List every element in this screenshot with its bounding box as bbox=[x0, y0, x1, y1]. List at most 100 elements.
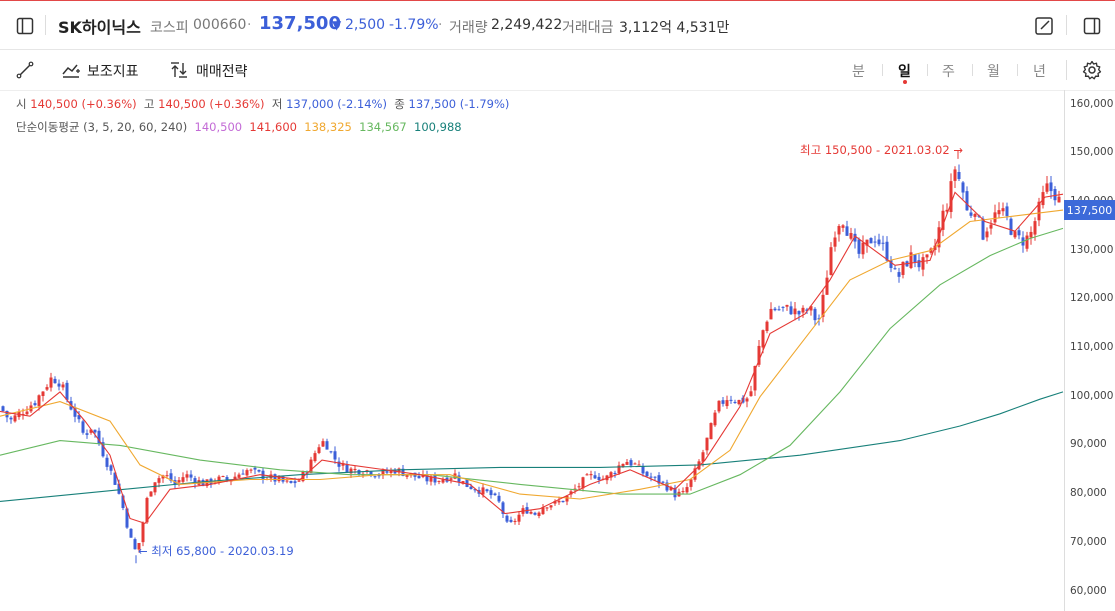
panel-toggle-icon[interactable] bbox=[1081, 15, 1103, 37]
sidebar-toggle-icon[interactable] bbox=[14, 15, 36, 37]
period-minute[interactable]: 분 bbox=[852, 61, 865, 81]
candle-body bbox=[769, 308, 773, 320]
candle-body bbox=[1013, 231, 1017, 238]
candle-body bbox=[133, 539, 137, 550]
candle-body bbox=[897, 272, 901, 277]
volume-value: 2,249,422 bbox=[491, 17, 563, 33]
y-tick-label: 90,000 bbox=[1070, 438, 1107, 451]
stock-name: SK하이닉스 bbox=[58, 18, 141, 37]
period-year[interactable]: 년 bbox=[1033, 61, 1046, 81]
candle-body bbox=[245, 470, 249, 476]
candle-body bbox=[985, 231, 989, 238]
candle-body bbox=[785, 304, 789, 307]
candle-body bbox=[561, 500, 565, 503]
candle-body bbox=[41, 391, 45, 397]
candle-body bbox=[717, 400, 721, 412]
candle-body bbox=[237, 474, 241, 478]
down-arrow-icon: ▼ bbox=[332, 18, 342, 32]
price-chart[interactable] bbox=[0, 90, 1064, 611]
candle-body bbox=[109, 465, 113, 471]
candle-body bbox=[685, 487, 689, 493]
candle-body bbox=[993, 212, 997, 223]
candle-body bbox=[861, 242, 865, 255]
amount-value: 3,112억 4,531만 bbox=[619, 20, 730, 36]
stock-code: 000660 bbox=[193, 17, 247, 33]
candle-body bbox=[953, 169, 957, 181]
volume-label: 거래량 bbox=[449, 20, 488, 36]
candle-body bbox=[721, 400, 725, 404]
candles bbox=[1, 164, 1061, 553]
candle-body bbox=[781, 306, 785, 308]
candle-body bbox=[837, 226, 841, 235]
candle-body bbox=[13, 415, 17, 422]
candle-body bbox=[45, 387, 49, 390]
candle-body bbox=[1025, 235, 1029, 249]
candle-body bbox=[841, 225, 845, 228]
candle-body bbox=[957, 172, 961, 180]
candle-body bbox=[489, 490, 493, 496]
candle-body bbox=[437, 480, 441, 482]
candle-body bbox=[441, 479, 445, 483]
candle-body bbox=[497, 495, 501, 502]
ma5-line bbox=[0, 191, 1064, 525]
candle-body bbox=[613, 472, 617, 474]
period-week[interactable]: 주 bbox=[942, 61, 955, 81]
candle-body bbox=[773, 308, 777, 311]
indicators-button[interactable]: 보조지표 bbox=[87, 61, 139, 81]
candle-body bbox=[509, 519, 513, 522]
candle-body bbox=[189, 474, 193, 478]
candle-body bbox=[257, 469, 261, 472]
min-annotation: ← 최저 65,800 - 2020.03.19 bbox=[138, 544, 294, 558]
candle-body bbox=[989, 224, 993, 229]
candle-body bbox=[577, 486, 581, 488]
candle-body bbox=[645, 471, 649, 477]
candle-body bbox=[545, 507, 549, 509]
indicator-icon[interactable] bbox=[60, 59, 82, 81]
candle-body bbox=[485, 489, 489, 492]
candle-body bbox=[273, 474, 277, 482]
candle-body bbox=[629, 460, 633, 466]
strategy-button[interactable]: 매매전략 bbox=[196, 61, 248, 81]
candle-body bbox=[641, 466, 645, 474]
candle-body bbox=[585, 474, 589, 476]
stock-header: SK하이닉스 코스피 000660 · 137,500 ▼ 2,500 -1.7… bbox=[0, 1, 1115, 50]
candle-body bbox=[793, 308, 797, 315]
candle-body bbox=[1017, 230, 1021, 236]
edit-icon[interactable] bbox=[1033, 15, 1055, 37]
candle-body bbox=[1045, 183, 1049, 192]
period-day[interactable]: 일 bbox=[898, 61, 911, 81]
candle-body bbox=[845, 226, 849, 236]
candle-body bbox=[1, 406, 5, 411]
candle-body bbox=[625, 461, 629, 465]
candle-body bbox=[761, 330, 765, 348]
candle-body bbox=[777, 309, 781, 311]
candle-body bbox=[637, 464, 641, 466]
candle-body bbox=[297, 480, 301, 482]
candle-body bbox=[965, 191, 969, 211]
candle-body bbox=[329, 451, 333, 453]
price-change: 2,500 bbox=[345, 17, 386, 33]
candle-body bbox=[293, 481, 297, 484]
y-tick-label: 80,000 bbox=[1070, 487, 1107, 500]
candle-body bbox=[517, 514, 521, 522]
candle-body bbox=[581, 477, 585, 489]
y-tick-label: 160,000 bbox=[1070, 97, 1114, 110]
candle-body bbox=[285, 480, 289, 482]
candle-body bbox=[705, 437, 709, 451]
candle-body bbox=[745, 398, 749, 402]
candle-body bbox=[709, 423, 713, 440]
candle-body bbox=[333, 451, 337, 460]
current-price-tag: 137,500 bbox=[1064, 200, 1115, 220]
y-tick-label: 150,000 bbox=[1070, 146, 1114, 159]
candle-body bbox=[801, 307, 805, 313]
strategy-icon[interactable] bbox=[168, 59, 190, 81]
settings-gear-icon[interactable] bbox=[1081, 59, 1103, 81]
amount-label: 거래대금 bbox=[562, 20, 614, 36]
period-month[interactable]: 월 bbox=[987, 61, 1000, 81]
candle-body bbox=[649, 476, 653, 478]
draw-line-icon[interactable] bbox=[14, 59, 36, 81]
candle-body bbox=[829, 247, 833, 275]
candle-body bbox=[729, 399, 733, 401]
candle-body bbox=[81, 421, 85, 433]
candle-body bbox=[1029, 231, 1033, 238]
